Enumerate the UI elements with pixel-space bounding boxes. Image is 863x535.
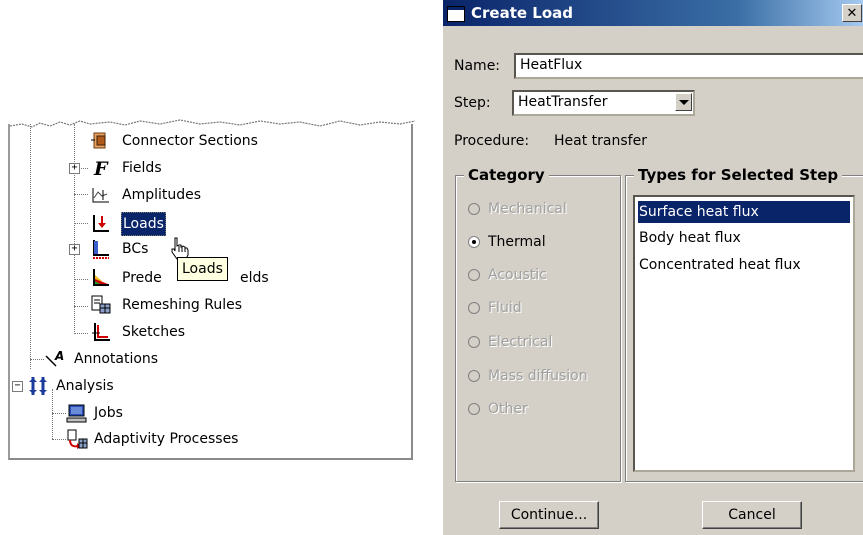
- title-bar[interactable]: Create Load ✕: [443, 0, 863, 26]
- radio-label: Thermal: [488, 234, 546, 250]
- tree-item-label: Loads: [121, 212, 166, 236]
- cancel-button[interactable]: Cancel: [702, 501, 802, 529]
- tree-item-label: Connector Sections: [122, 133, 258, 149]
- list-item[interactable]: Body heat flux: [638, 227, 850, 249]
- tree-item-label: Fields: [122, 160, 162, 176]
- remeshing-rules-icon: [91, 295, 111, 314]
- types-title: Types for Selected Step: [634, 166, 843, 184]
- radio-circle: [468, 269, 480, 281]
- expand-toggle-fields[interactable]: +: [69, 163, 80, 174]
- continue-button[interactable]: Continue...: [499, 501, 599, 529]
- amplitudes-icon: [92, 188, 109, 203]
- name-value: HeatFlux: [520, 57, 583, 73]
- tree-item-label-tail: elds: [240, 270, 269, 286]
- tree-guide: [52, 439, 66, 440]
- connector-sections-icon: [91, 132, 106, 149]
- fields-icon: F: [93, 158, 109, 179]
- svg-text:F: F: [93, 158, 109, 179]
- radio-circle: [468, 302, 480, 314]
- types-list[interactable]: Surface heat flux Body heat flux Concent…: [633, 195, 855, 472]
- collapse-toggle-analysis[interactable]: −: [12, 381, 23, 392]
- create-load-dialog: Create Load ✕ Name: HeatFlux Step: HeatT…: [441, 0, 863, 535]
- step-value: HeatTransfer: [518, 94, 608, 110]
- tree-item-label: Analysis: [56, 378, 114, 394]
- bcs-icon: [93, 240, 109, 259]
- tree-guide: [52, 389, 53, 439]
- step-select[interactable]: HeatTransfer: [512, 90, 695, 116]
- step-label: Step:: [454, 95, 491, 111]
- tree-item-label: BCs: [122, 241, 149, 257]
- tree-item-label: Sketches: [122, 324, 186, 340]
- name-field[interactable]: HeatFlux: [514, 53, 863, 79]
- tree-guide: [74, 194, 88, 195]
- radio-circle: [468, 203, 480, 215]
- tree-item-label: Amplitudes: [122, 187, 202, 203]
- category-group: Category Mechanical Thermal Acoustic Flu…: [455, 166, 621, 482]
- tree-guide: [30, 359, 44, 360]
- tree-guide: [74, 306, 88, 307]
- radio-circle: [468, 336, 480, 348]
- radio-selected-dot: [472, 240, 476, 244]
- list-item[interactable]: Surface heat flux: [638, 201, 850, 223]
- tree-guide: [74, 124, 75, 334]
- name-label: Name:: [454, 58, 501, 74]
- tree-guide: [74, 279, 88, 280]
- svg-text:A: A: [54, 349, 64, 363]
- tree-item-label: Jobs: [94, 405, 123, 421]
- procedure-label: Procedure:: [454, 133, 530, 149]
- expand-toggle-bcs[interactable]: +: [69, 244, 80, 255]
- tooltip: Loads: [177, 257, 228, 281]
- predefined-fields-icon: [93, 269, 109, 286]
- tree-guide: [74, 223, 88, 224]
- tree-item-label: Adaptivity Processes: [94, 431, 239, 447]
- adaptivity-processes-icon: [67, 429, 88, 449]
- radio-label: Acoustic: [488, 267, 547, 283]
- jobs-icon: [66, 404, 87, 423]
- radio-label: Fluid: [488, 300, 522, 316]
- tree-guide: [74, 333, 88, 334]
- category-title: Category: [464, 166, 549, 184]
- radio-label: Mechanical: [488, 201, 567, 217]
- analysis-icon: [29, 377, 47, 395]
- window-icon: [447, 6, 465, 22]
- annotations-icon: A: [45, 349, 64, 367]
- tree-guide: [30, 124, 31, 369]
- dialog-title: Create Load: [471, 4, 573, 22]
- sketches-icon: [92, 323, 110, 341]
- tree-item-label: Remeshing Rules: [122, 297, 242, 313]
- model-tree[interactable]: Connector Sections + F Fields Amplitudes…: [8, 119, 415, 460]
- radio-circle: [468, 403, 480, 415]
- radio-circle: [468, 370, 480, 382]
- chevron-down-icon[interactable]: [675, 93, 692, 111]
- loads-icon: [93, 215, 109, 232]
- tree-item-label: Annotations: [74, 351, 159, 367]
- radio-label: Electrical: [488, 334, 553, 350]
- radio-label: Mass diffusion: [488, 368, 588, 384]
- tree-item-label: Prede: [122, 270, 162, 286]
- list-item[interactable]: Concentrated heat flux: [638, 254, 850, 276]
- procedure-value: Heat transfer: [554, 133, 647, 149]
- tree-guide: [52, 413, 66, 414]
- radio-label: Other: [488, 401, 528, 417]
- close-button[interactable]: ✕: [842, 4, 862, 22]
